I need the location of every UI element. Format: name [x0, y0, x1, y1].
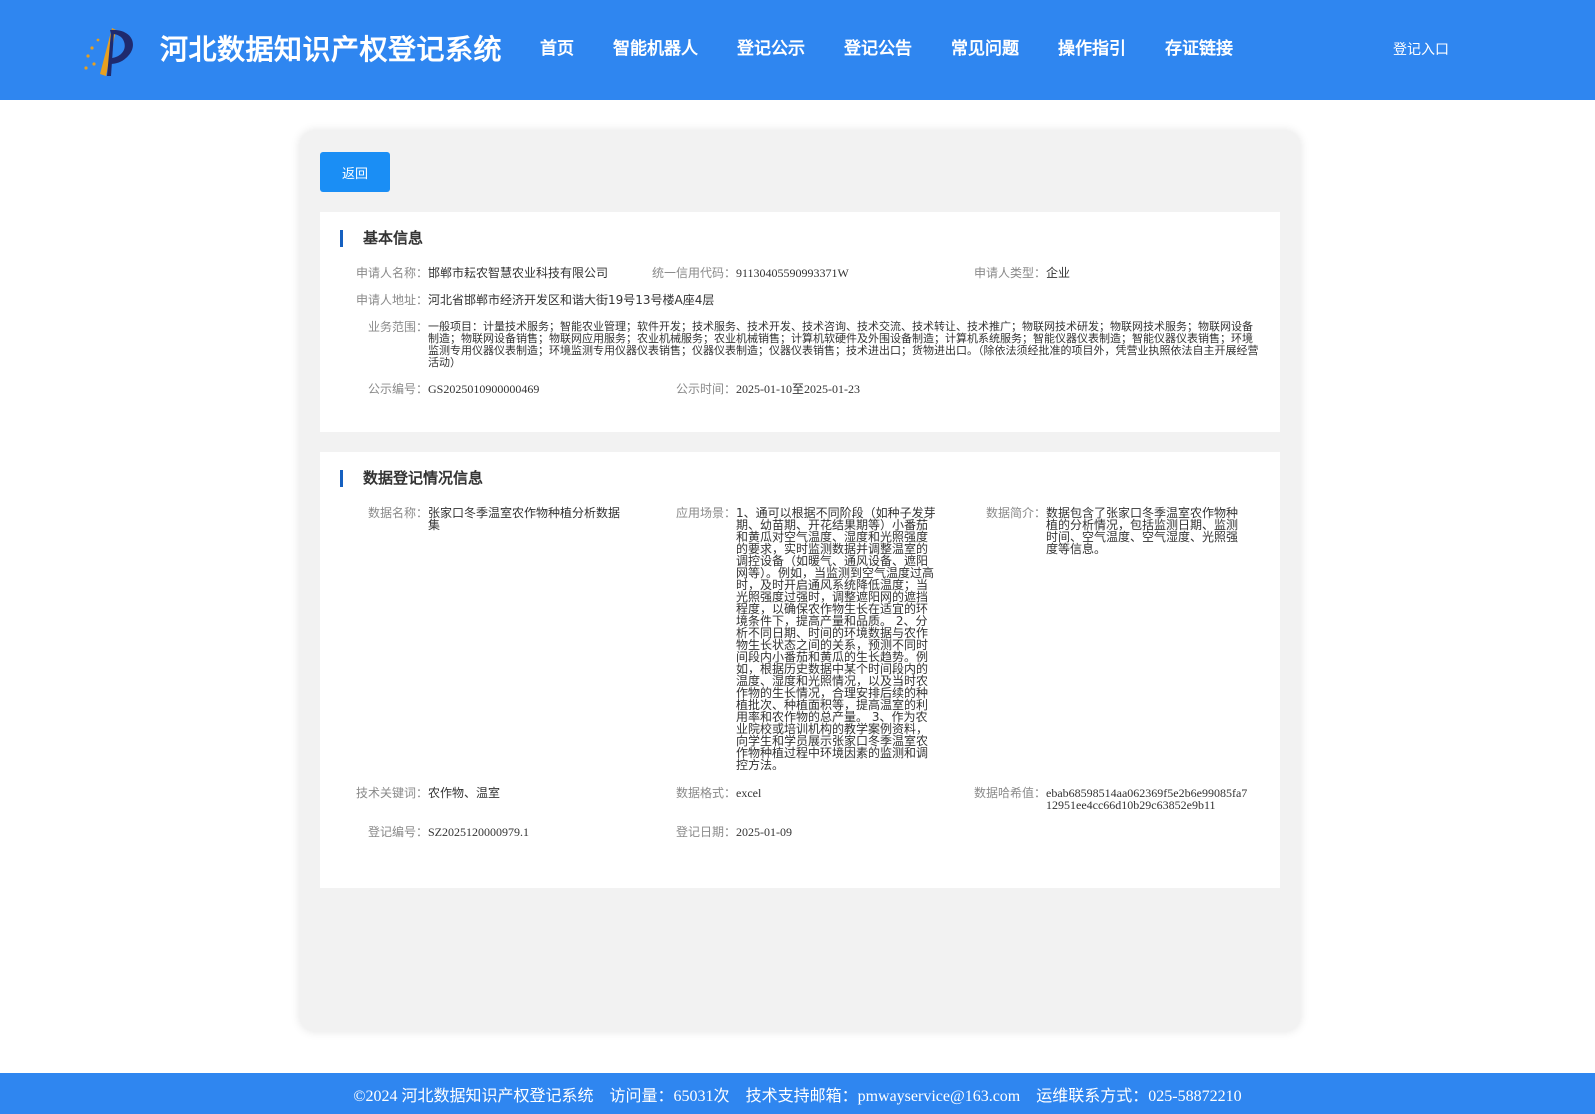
nav-faq[interactable]: 常见问题 — [951, 34, 1019, 59]
data-name-field: 数据名称： 张家口冬季温室农作物种植分析数据集 — [340, 507, 630, 531]
applicant-type-value: 企业 — [1046, 266, 1071, 280]
applicant-name-label: 申请人名称： — [355, 266, 428, 280]
nav-announcement[interactable]: 登记公告 — [844, 34, 912, 59]
summary-label: 数据简介： — [985, 506, 1046, 520]
public-time-value: 2025-01-10至2025-01-23 — [736, 382, 860, 396]
nav-robot[interactable]: 智能机器人 — [613, 34, 698, 59]
credit-code-value: 91130405590993371W — [736, 266, 849, 280]
nav-evidence-link[interactable]: 存证链接 — [1165, 34, 1233, 59]
footer-copyright: ©2024 河北数据知识产权登记系统 — [353, 1087, 594, 1105]
applicant-name-field: 申请人名称： 邯郸市耘农智慧农业科技有限公司 — [340, 267, 630, 279]
footer-contact: 运维联系方式：025-58872210 — [1036, 1087, 1242, 1105]
registration-card: 数据登记情况信息 数据名称： 张家口冬季温室农作物种植分析数据集 应用场景： 1… — [320, 452, 1280, 888]
business-scope-label: 业务范围： — [367, 320, 428, 334]
hash-label: 数据哈希值： — [973, 786, 1046, 800]
address-value: 河北省邯郸市经济开发区和谐大街19号13号楼A座4层 — [428, 293, 715, 307]
credit-code-field: 统一信用代码： 91130405590993371W — [650, 267, 950, 279]
keywords-value: 农作物、温室 — [428, 786, 501, 800]
reg-date-field: 登记日期： 2025-01-09 — [650, 826, 940, 838]
reg-no-label: 登记编号： — [367, 825, 428, 839]
scenario-field: 应用场景： 1、通可以根据不同阶段（如种子发芽期、幼苗期、开花结果期等）小番茄和… — [650, 507, 940, 771]
registration-title: 数据登记情况信息 — [340, 470, 483, 487]
hash-field: 数据哈希值： ebab68598514aa062369f5e2b6e99085f… — [960, 787, 1265, 811]
format-value: excel — [736, 786, 762, 800]
summary-field: 数据简介： 数据包含了张家口冬季温室农作物种植的分析情况，包括监测日期、监测时间… — [960, 507, 1260, 555]
top-header: 河北数据知识产权登记系统 首页 智能机器人 登记公示 登记公告 常见问题 操作指… — [0, 0, 1595, 100]
data-name-label: 数据名称： — [367, 506, 428, 520]
scenario-value: 1、通可以根据不同阶段（如种子发芽期、幼苗期、开花结果期等）小番茄和黄瓜对空气温… — [736, 506, 936, 772]
nav-publicity[interactable]: 登记公示 — [737, 34, 805, 59]
back-button[interactable]: 返回 — [320, 152, 390, 192]
basic-info-title: 基本信息 — [340, 230, 423, 247]
footer-visits: 访问量：65031次 — [609, 1087, 730, 1105]
public-time-label: 公示时间： — [675, 382, 736, 396]
site-title: 河北数据知识产权登记系统 — [160, 33, 503, 66]
data-name-value: 张家口冬季温室农作物种植分析数据集 — [428, 506, 621, 532]
nav-guide[interactable]: 操作指引 — [1058, 34, 1126, 59]
public-no-label: 公示编号： — [367, 382, 428, 396]
reg-no-value: SZ2025120000979.1 — [428, 825, 530, 839]
keywords-field: 技术关键词： 农作物、温室 — [340, 787, 630, 799]
applicant-name-value: 邯郸市耘农智慧农业科技有限公司 — [428, 266, 609, 280]
basic-info-card: 基本信息 申请人名称： 邯郸市耘农智慧农业科技有限公司 统一信用代码： 9113… — [320, 212, 1280, 432]
logo-icon — [84, 28, 133, 76]
applicant-type-field: 申请人类型： 企业 — [960, 267, 1260, 279]
nav-home[interactable]: 首页 — [540, 34, 574, 59]
detail-panel: 返回 基本信息 申请人名称： 邯郸市耘农智慧农业科技有限公司 统一信用代码： 9… — [300, 131, 1300, 1031]
reg-date-label: 登记日期： — [675, 825, 736, 839]
main-nav: 首页 智能机器人 登记公示 登记公告 常见问题 操作指引 存证链接 — [540, 34, 1272, 59]
public-time-field: 公示时间： 2025-01-10至2025-01-23 — [650, 383, 950, 395]
keywords-label: 技术关键词： — [355, 786, 428, 800]
summary-value: 数据包含了张家口冬季温室农作物种植的分析情况，包括监测日期、监测时间、空气温度、… — [1046, 506, 1239, 556]
address-field: 申请人地址： 河北省邯郸市经济开发区和谐大街19号13号楼A座4层 — [340, 294, 940, 306]
reg-no-field: 登记编号： SZ2025120000979.1 — [340, 826, 630, 838]
login-link[interactable]: 登记入口 — [1393, 39, 1449, 59]
business-scope-field: 业务范围： 一般项目：计量技术服务；智能农业管理；软件开发；技术服务、技术开发、… — [340, 321, 1260, 369]
hash-value: ebab68598514aa062369f5e2b6e99085fa712951… — [1046, 786, 1248, 812]
public-no-value: GS2025010900000469 — [428, 382, 540, 396]
address-label: 申请人地址： — [355, 293, 428, 307]
reg-date-value: 2025-01-09 — [736, 825, 792, 839]
public-no-field: 公示编号： GS2025010900000469 — [340, 383, 640, 395]
footer-email: 技术支持邮箱：pmwayservice@163.com — [745, 1087, 1021, 1105]
credit-code-label: 统一信用代码： — [651, 266, 736, 280]
applicant-type-label: 申请人类型： — [973, 266, 1046, 280]
business-scope-value: 一般项目：计量技术服务；智能农业管理；软件开发；技术服务、技术开发、技术咨询、技… — [428, 320, 1259, 369]
scenario-label: 应用场景： — [675, 506, 736, 520]
format-field: 数据格式： excel — [650, 787, 940, 799]
page-footer: ©2024 河北数据知识产权登记系统 访问量：65031次 技术支持邮箱：pmw… — [0, 1073, 1595, 1114]
format-label: 数据格式： — [675, 786, 736, 800]
